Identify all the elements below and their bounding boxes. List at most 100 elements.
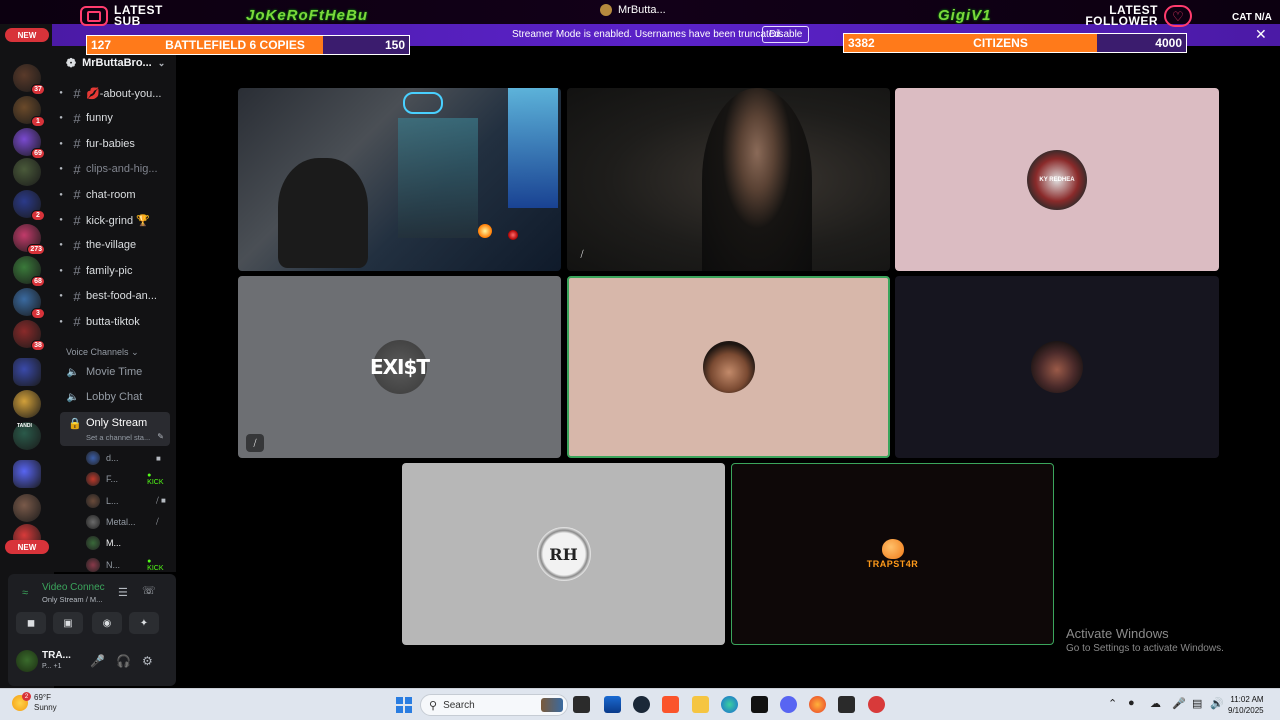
text-channel-item[interactable]: ● # 💋-about-you...: [54, 82, 176, 104]
taskbar-clock[interactable]: 11:02 AM 9/10/2025: [1228, 694, 1264, 716]
text-channel-item[interactable]: ● # best-food-an...: [54, 285, 176, 307]
voice-user[interactable]: N... ● KICK: [86, 556, 174, 573]
mention-badge: 3: [31, 308, 45, 319]
nvidia-icon[interactable]: [838, 696, 855, 713]
current-user-status: P... +1: [42, 663, 62, 670]
camera-feed: [398, 118, 478, 238]
server-icon[interactable]: [13, 158, 41, 186]
screen-share-button[interactable]: ▣: [53, 612, 83, 634]
video-tile-user-redhead[interactable]: KY REDHEA: [895, 88, 1219, 271]
text-channel-item[interactable]: ● # the-village: [54, 234, 176, 256]
hashtag-icon: #: [73, 161, 81, 177]
close-icon[interactable]: ✕: [1255, 26, 1267, 43]
server-icon[interactable]: 68: [13, 256, 45, 287]
latest-follower-label: LATEST FOLLOWER: [1085, 3, 1158, 28]
video-tile-user-dark[interactable]: [895, 276, 1219, 458]
text-channel-item[interactable]: ● # fur-babies: [54, 133, 176, 155]
text-channel-item[interactable]: ● # clips-and-hig...: [54, 158, 176, 180]
soundboard-button[interactable]: ✦: [129, 612, 159, 634]
discord-icon[interactable]: [780, 696, 797, 713]
headphones-icon[interactable]: 🎧: [116, 654, 131, 668]
weather-temperature: 69°F: [34, 693, 51, 702]
start-button[interactable]: [396, 697, 412, 713]
chevron-up-icon[interactable]: ⌃: [1108, 697, 1117, 710]
voice-connection-channel[interactable]: Only Stream / M...: [42, 595, 102, 604]
volume-icon[interactable]: 🔊: [1210, 697, 1224, 710]
channel-status-text[interactable]: Set a channel sta...: [86, 433, 150, 442]
video-tile-user-speaking[interactable]: [567, 276, 890, 458]
steam-icon[interactable]: [633, 696, 650, 713]
avatar: [702, 341, 755, 393]
app-icon[interactable]: [868, 696, 885, 713]
server-icon[interactable]: [13, 390, 41, 418]
server-icon[interactable]: 273: [13, 224, 45, 255]
server-icon[interactable]: 69: [13, 128, 45, 159]
server-icon[interactable]: 38: [13, 320, 45, 351]
voice-channel-label: Movie Time: [86, 366, 143, 378]
network-icon[interactable]: ▤: [1192, 697, 1202, 710]
mic-muted-icon: ⧸: [580, 248, 584, 259]
voice-user[interactable]: d... ■: [86, 449, 174, 467]
server-icon[interactable]: 37: [13, 64, 45, 95]
firefox-icon[interactable]: [809, 696, 826, 713]
mention-badge: 2: [31, 210, 45, 221]
voice-channel-lobby-chat[interactable]: 🔈 Lobby Chat: [66, 391, 143, 403]
microphone-icon[interactable]: 🎤: [90, 654, 105, 668]
voice-user[interactable]: M...: [86, 534, 174, 552]
pencil-icon[interactable]: ✎: [157, 432, 164, 441]
kick-badge: ● KICK: [147, 557, 164, 572]
voice-user-name: F...: [106, 474, 119, 485]
text-channel-item[interactable]: ● # butta-tiktok: [54, 311, 176, 333]
soundwave-icon[interactable]: ☰: [118, 586, 128, 599]
voice-channels-header[interactable]: Voice Channels ⌄: [66, 347, 139, 358]
server-icon[interactable]: 2: [13, 190, 45, 221]
task-view-icon[interactable]: [573, 696, 590, 713]
server-icon[interactable]: [13, 494, 41, 522]
gear-icon[interactable]: ⚙: [142, 654, 153, 668]
text-channel-item[interactable]: ● # funny: [54, 107, 176, 129]
brave-icon[interactable]: [662, 696, 679, 713]
voice-user[interactable]: Metal... ⧸: [86, 513, 174, 531]
server-header[interactable]: ❁ MrButtaBro... ⌄: [66, 56, 165, 70]
video-tile-user-trapst4r[interactable]: TRAPST4R: [731, 463, 1054, 645]
server-icon[interactable]: 1: [13, 96, 45, 127]
current-username[interactable]: TRA...: [42, 650, 71, 661]
server-icon[interactable]: [13, 460, 41, 488]
unread-dot-icon: ●: [59, 90, 63, 96]
video-tile-camera-1[interactable]: [238, 88, 561, 271]
voice-channel-movie-time[interactable]: 🔈 Movie Time: [66, 366, 142, 378]
streamer-mode-text: Streamer Mode is enabled. Usernames have…: [512, 29, 783, 40]
clock-time: 11:02 AM: [1230, 695, 1264, 704]
text-channel-item[interactable]: ● # family-pic: [54, 260, 176, 282]
search-placeholder: Search: [443, 699, 475, 711]
activity-button[interactable]: ◉: [92, 612, 122, 634]
tiktok-icon[interactable]: [751, 696, 768, 713]
file-explorer-icon[interactable]: [692, 696, 709, 713]
soundboard-icon: ✦: [139, 617, 149, 629]
steam-tray-icon[interactable]: ●: [1128, 697, 1135, 709]
server-icon[interactable]: 3: [13, 288, 45, 319]
voice-user[interactable]: L... ⧸ ■: [86, 492, 174, 510]
avatar[interactable]: [16, 650, 38, 672]
avatar: [86, 493, 100, 508]
weather-widget[interactable]: 2 69°F Sunny: [12, 692, 57, 713]
edge-icon[interactable]: [721, 696, 738, 713]
text-channel-item[interactable]: ● # chat-room: [54, 184, 176, 206]
disconnect-icon[interactable]: ☏: [142, 584, 156, 597]
taskbar-search[interactable]: ⚲ Search: [420, 694, 568, 716]
disable-streamer-mode-button[interactable]: Disable: [762, 26, 810, 43]
video-tile-user-rh[interactable]: RH: [402, 463, 725, 645]
microphone-icon[interactable]: 🎤: [1172, 697, 1186, 710]
text-channel-item[interactable]: ● # kick-grind 🏆: [54, 209, 176, 231]
new-badge-bottom[interactable]: NEW: [5, 540, 49, 554]
notepad-icon[interactable]: [604, 696, 621, 713]
camera-off-button[interactable]: ◼: [16, 612, 46, 634]
cloud-icon[interactable]: ☁: [1150, 697, 1161, 710]
voice-connection-status[interactable]: Video Connec: [42, 582, 105, 593]
video-tile-user-exist[interactable]: EXI$T ⧸: [238, 276, 561, 458]
voice-user-name: Metal...: [106, 516, 136, 527]
voice-channel-only-stream[interactable]: 🔒 Only Stream Set a channel sta... ✎: [60, 412, 170, 446]
server-icon[interactable]: [13, 358, 41, 386]
video-tile-camera-2[interactable]: ⧸: [567, 88, 890, 271]
voice-user[interactable]: F... ● KICK: [86, 470, 174, 488]
